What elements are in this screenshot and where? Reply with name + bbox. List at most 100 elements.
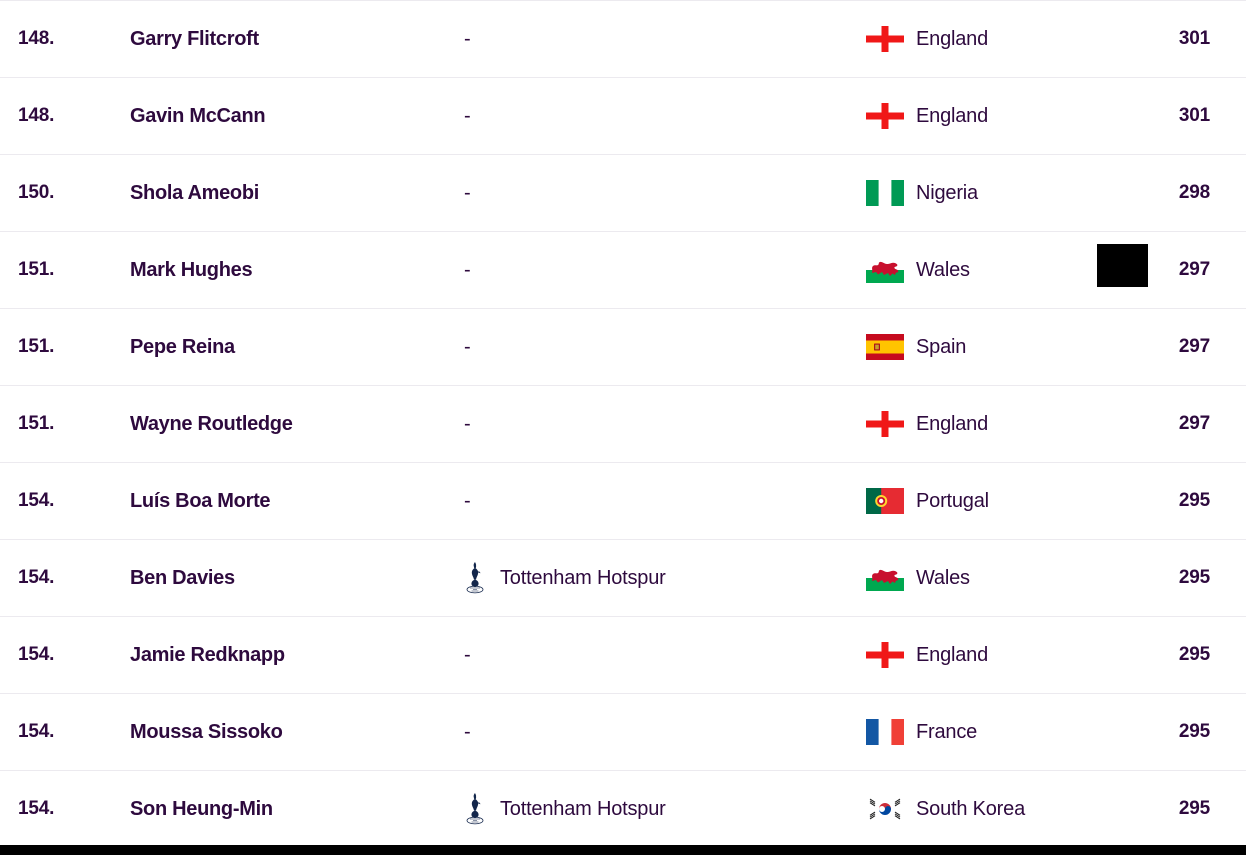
southkorea-flag-icon [866,796,904,822]
player-name-cell[interactable]: Wayne Routledge [130,413,462,436]
country-cell: Spain [866,334,1142,360]
club-cell[interactable]: - [462,490,866,513]
club-cell[interactable]: - [462,721,866,744]
table-row[interactable]: 154. Jamie Redknapp - England 295 [0,617,1246,694]
rank-cell: 151. [18,259,55,280]
player-name-cell[interactable]: Jamie Redknapp [130,644,462,667]
country-name-label: England [916,643,988,666]
country-name-label: Nigeria [916,181,978,204]
country-name-label: France [916,720,978,743]
player-name-cell[interactable]: Garry Flitcroft [130,28,462,51]
country-cell: England [866,411,1142,437]
wales-flag-icon [866,257,904,283]
table-row[interactable]: 151. Wayne Routledge - England 297 [0,386,1246,463]
club-cell[interactable]: - [462,28,866,51]
club-empty-placeholder: - [464,412,471,435]
tottenham-hotspur-crest-icon [462,560,488,596]
wales-flag-icon [866,565,904,591]
appearances-value-cell: 297 [1178,259,1210,280]
country-cell: South Korea [866,796,1142,822]
country-cell: France [866,719,1142,745]
rank-cell: 154. [18,721,55,742]
player-name-cell[interactable]: Shola Ameobi [130,182,462,205]
rank-cell: 154. [18,490,55,511]
club-empty-placeholder: - [464,335,471,358]
rank-cell: 150. [18,182,55,203]
club-empty-placeholder: - [464,27,471,50]
appearances-value-cell: 295 [1178,644,1210,665]
spain-flag-icon [866,334,904,360]
rank-cell: 151. [18,336,55,357]
club-name-label: Tottenham Hotspur [500,566,666,589]
appearances-value-cell: 297 [1178,413,1210,434]
country-name-label: Wales [916,566,970,589]
rank-cell: 154. [18,798,55,819]
country-cell: England [866,26,1142,52]
club-cell[interactable]: Tottenham Hotspur [462,791,866,827]
club-empty-placeholder: - [464,720,471,743]
club-cell[interactable]: - [462,413,866,436]
table-row[interactable]: 151. Mark Hughes - Wales 297 [0,232,1246,309]
rank-cell: 154. [18,567,55,588]
redaction-box-overlay [1097,244,1148,287]
player-name-cell[interactable]: Moussa Sissoko [130,721,462,744]
club-cell[interactable]: Tottenham Hotspur [462,560,866,596]
appearances-value-cell: 301 [1178,28,1210,49]
club-empty-placeholder: - [464,258,471,281]
nigeria-flag-icon [866,180,904,206]
country-name-label: England [916,27,988,50]
country-cell: Portugal [866,488,1142,514]
club-cell[interactable]: - [462,259,866,282]
country-cell: Wales [866,565,1142,591]
rank-cell: 154. [18,644,55,665]
appearances-value-cell: 297 [1178,336,1210,357]
rank-cell: 148. [18,105,55,126]
appearances-value-cell: 295 [1178,567,1210,588]
table-row[interactable]: 148. Gavin McCann - England 301 [0,78,1246,155]
club-empty-placeholder: - [464,643,471,666]
player-name-cell[interactable]: Luís Boa Morte [130,490,462,513]
table-row[interactable]: 154. Moussa Sissoko - France 295 [0,694,1246,771]
country-cell: England [866,103,1142,129]
table-row[interactable]: 154. Luís Boa Morte - Portugal 295 [0,463,1246,540]
country-name-label: England [916,412,988,435]
table-row[interactable]: 154. Ben Davies Tottenham Hotspur Wales 295 [0,540,1246,617]
country-cell: England [866,642,1142,668]
player-name-cell[interactable]: Son Heung-Min [130,798,462,821]
table-row[interactable]: 154. Son Heung-Min Tottenham Hotspur South … [0,771,1246,848]
england-flag-icon [866,103,904,129]
tottenham-hotspur-crest-icon [462,791,488,827]
appearances-value-cell: 295 [1178,721,1210,742]
player-name-cell[interactable]: Mark Hughes [130,259,462,282]
bottom-black-bar [0,845,1246,855]
country-name-label: England [916,104,988,127]
appearances-value-cell: 295 [1178,798,1210,819]
appearances-value-cell: 295 [1178,490,1210,511]
player-name-cell[interactable]: Gavin McCann [130,105,462,128]
england-flag-icon [866,642,904,668]
club-cell[interactable]: - [462,182,866,205]
leaderboard-table: 148. Garry Flitcroft - England 301 148. Gavin … [0,0,1246,848]
club-empty-placeholder: - [464,104,471,127]
appearances-value-cell: 298 [1178,182,1210,203]
club-cell[interactable]: - [462,105,866,128]
table-row[interactable]: 151. Pepe Reina - Spain 297 [0,309,1246,386]
club-empty-placeholder: - [464,489,471,512]
table-row[interactable]: 148. Garry Flitcroft - England 301 [0,1,1246,78]
country-name-label: Spain [916,335,967,358]
country-name-label: South Korea [916,797,1025,820]
player-name-cell[interactable]: Pepe Reina [130,336,462,359]
rank-cell: 148. [18,28,55,49]
rank-cell: 151. [18,413,55,434]
portugal-flag-icon [866,488,904,514]
england-flag-icon [866,26,904,52]
country-cell: Nigeria [866,180,1142,206]
player-appearances-leaderboard: 148. Garry Flitcroft - England 301 148. Gavin … [0,0,1246,855]
club-cell[interactable]: - [462,644,866,667]
club-empty-placeholder: - [464,181,471,204]
club-cell[interactable]: - [462,336,866,359]
player-name-cell[interactable]: Ben Davies [130,567,462,590]
france-flag-icon [866,719,904,745]
table-row[interactable]: 150. Shola Ameobi - Nigeria 298 [0,155,1246,232]
appearances-value-cell: 301 [1178,105,1210,126]
